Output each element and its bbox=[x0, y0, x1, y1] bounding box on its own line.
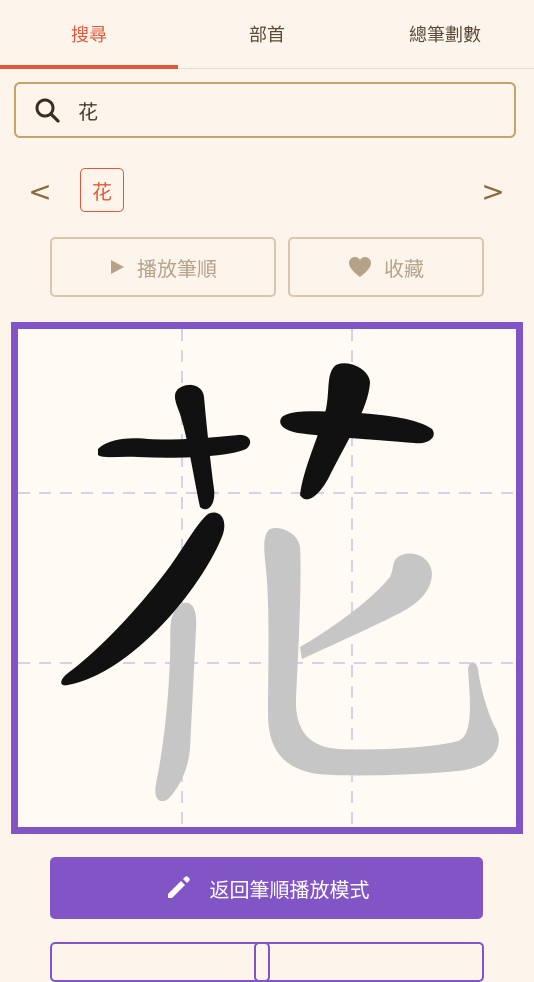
favorite-label: 收藏 bbox=[384, 256, 424, 281]
heart-icon bbox=[349, 257, 371, 277]
tab-bar: 搜尋 部首 總筆劃數 bbox=[0, 0, 534, 69]
pencil-icon bbox=[167, 876, 190, 898]
return-stroke-playback-label: 返回筆順播放模式 bbox=[209, 877, 370, 902]
bottom-right-button[interactable] bbox=[254, 942, 484, 982]
stroke-order-canvas[interactable] bbox=[11, 322, 523, 834]
favorite-button[interactable]: 收藏 bbox=[288, 237, 484, 297]
pending-strokes bbox=[155, 527, 499, 802]
result-character-chip[interactable]: 花 bbox=[80, 168, 124, 212]
bottom-left-button[interactable] bbox=[50, 942, 270, 982]
tab-radical[interactable]: 部首 bbox=[178, 0, 356, 68]
character-drawing bbox=[18, 329, 516, 827]
tab-stroke-count[interactable]: 總筆劃數 bbox=[356, 0, 534, 68]
search-icon bbox=[35, 98, 60, 123]
play-strokes-button[interactable]: 播放筆順 bbox=[50, 237, 276, 297]
search-bar bbox=[14, 82, 516, 138]
return-stroke-playback-button[interactable]: 返回筆順播放模式 bbox=[50, 857, 483, 919]
search-input[interactable] bbox=[76, 97, 460, 123]
prev-button[interactable]: < bbox=[25, 172, 55, 212]
play-strokes-label: 播放筆順 bbox=[137, 256, 217, 281]
play-icon bbox=[111, 260, 124, 274]
next-button[interactable]: > bbox=[478, 172, 508, 212]
completed-strokes bbox=[61, 363, 434, 686]
tab-search[interactable]: 搜尋 bbox=[0, 0, 178, 69]
